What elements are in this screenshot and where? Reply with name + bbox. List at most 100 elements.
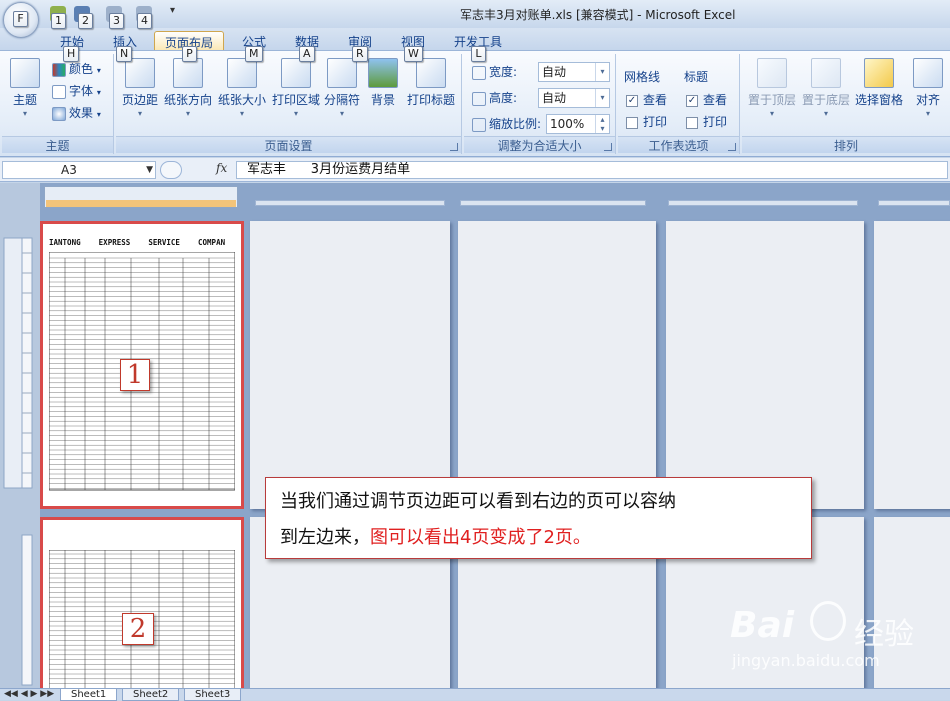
height-label: 高度:	[489, 91, 518, 105]
align-button[interactable]: 对齐 ▾	[908, 58, 948, 118]
keytip-page-layout: P	[182, 46, 197, 62]
blank-page	[458, 221, 656, 509]
selection-pane-icon	[864, 58, 894, 88]
print-titles-button[interactable]: 打印标题	[404, 58, 458, 108]
sheet-options-launcher-icon[interactable]	[728, 143, 736, 151]
vertical-ruler	[0, 183, 40, 688]
group-page-setup: 页边距 ▾ 纸张方向 ▾ 纸张大小 ▾ 打印区域 ▾ 分隔符 ▾ 背景 打印标题 页面设置	[116, 54, 462, 154]
group-arrange: 置于顶层 ▾ 置于底层 ▾ 选择窗格 对齐 ▾ 排列	[742, 54, 950, 154]
margins-label: 页边距	[121, 93, 158, 107]
sheet-nav-icons[interactable]: ◀◀ ◀ ▶ ▶▶	[4, 689, 54, 699]
headings-view-checkbox[interactable]: ✓ 查看	[686, 92, 727, 108]
sheet-tab-1[interactable]: Sheet1	[60, 689, 118, 701]
keytip-formulas: M	[245, 46, 263, 62]
gridlines-print-checkbox[interactable]: 打印	[626, 114, 667, 130]
themes-icon	[10, 58, 40, 88]
theme-effects-label: 效果	[69, 106, 94, 120]
expand-icon[interactable]	[160, 161, 182, 179]
send-to-back-label: 置于底层	[801, 93, 850, 107]
keytip-developer: L	[471, 46, 486, 62]
scale-spinner[interactable]: 100% ▴ ▾	[546, 114, 610, 134]
send-to-back-button[interactable]: 置于底层 ▾	[800, 58, 852, 118]
theme-fonts-button[interactable]: 字体 ▾	[52, 82, 101, 100]
width-label-wrap: 宽度:	[472, 63, 517, 81]
keytip-data: A	[299, 46, 315, 62]
group-label-sheet-options: 工作表选项	[618, 136, 739, 153]
gridlines-heading: 网格线	[624, 70, 661, 84]
chevron-down-icon: ▾	[595, 89, 609, 107]
baidu-watermark: Bai 经验 jingyan.baidu.com	[730, 585, 940, 685]
callout-line-2-red: 图可以看出4页变成了2页。	[370, 527, 591, 548]
page-1-header: IANTONG EXPRESS SERVICE COMPAN	[49, 238, 226, 247]
bring-to-front-icon	[757, 58, 787, 88]
theme-colors-button[interactable]: 颜色 ▾	[52, 60, 101, 78]
print-area-button[interactable]: 打印区域 ▾	[270, 58, 322, 118]
paper-size-icon	[227, 58, 257, 88]
keytip-home: H	[63, 46, 80, 62]
fonts-icon	[52, 84, 66, 99]
ribbon: 主题 ▾ 颜色 ▾ 字体 ▾ 效果 ▾ 主题 页边距 ▾ 纸张方向 ▾ 纸张大小 ▾ …	[0, 50, 950, 157]
width-value: 自动	[542, 65, 567, 79]
page-2-badge: 2	[122, 613, 154, 645]
gridlines-view-label: 查看	[643, 93, 668, 107]
width-label: 宽度:	[489, 65, 518, 79]
headings-print-label: 打印	[703, 115, 728, 129]
chevron-down-icon: ▾	[22, 109, 27, 118]
gridlines-view-checkbox[interactable]: ✓ 查看	[626, 92, 667, 108]
background-icon	[368, 58, 398, 88]
scale-icon	[472, 117, 486, 132]
column-header-strip	[255, 200, 445, 206]
watermark-brand: Bai	[730, 605, 795, 646]
themes-label: 主题	[12, 93, 37, 107]
office-button[interactable]: F	[3, 2, 39, 38]
column-header-strip	[878, 200, 950, 206]
office-button-keytip: F	[13, 11, 28, 27]
keytip-view: W	[404, 46, 423, 62]
watermark-url: jingyan.baidu.com	[732, 651, 880, 670]
ruler-ticks	[3, 237, 33, 686]
group-label-arrange: 排列	[742, 136, 950, 153]
group-sheet-options: 网格线 标题 ✓ 查看 ✓ 查看 打印 打印 工作表选项	[618, 54, 740, 154]
name-box[interactable]: A3 ▼	[2, 161, 156, 179]
size-button[interactable]: 纸张大小 ▾	[216, 58, 268, 118]
annotation-callout: 当我们通过调节页边距可以看到右边的页可以容纳 到左边来，图可以看出4页变成了2页…	[265, 477, 812, 559]
group-scale-to-fit: 宽度: 自动 ▾ 高度: 自动 ▾ 缩放比例: 100% ▴ ▾ 调整为合适大小	[464, 54, 616, 154]
sheet-tab-2[interactable]: Sheet2	[122, 689, 180, 701]
breaks-label: 分隔符	[323, 93, 360, 107]
qat-customize-icon[interactable]: ▾	[170, 5, 175, 16]
insert-function-icon[interactable]: fx	[216, 161, 227, 175]
align-label: 对齐	[915, 93, 940, 107]
scale-label-wrap: 缩放比例:	[472, 115, 541, 133]
bring-to-front-label: 置于顶层	[747, 93, 796, 107]
page-setup-launcher-icon[interactable]	[450, 143, 458, 151]
formula-input[interactable]: 军志丰 3月份运费月结单	[236, 161, 948, 179]
headings-print-checkbox[interactable]: 打印	[686, 114, 727, 130]
qat-keytip-3: 3	[109, 13, 124, 29]
chevron-down-icon: ▾	[595, 63, 609, 81]
margins-button[interactable]: 页边距 ▾	[120, 58, 160, 118]
column-header-strip	[46, 200, 236, 207]
blank-page	[666, 221, 864, 509]
headings-view-label: 查看	[703, 93, 728, 107]
margins-icon	[125, 58, 155, 88]
height-select[interactable]: 自动 ▾	[538, 88, 610, 108]
orientation-button[interactable]: 纸张方向 ▾	[162, 58, 214, 118]
selection-pane-button[interactable]: 选择窗格	[852, 58, 906, 108]
scale-launcher-icon[interactable]	[604, 143, 612, 151]
group-label-scale: 调整为合适大小	[464, 136, 615, 153]
orientation-label: 纸张方向	[163, 93, 212, 107]
themes-button[interactable]: 主题 ▾	[8, 58, 42, 118]
breaks-button[interactable]: 分隔符 ▾	[322, 58, 362, 118]
background-label: 背景	[370, 93, 395, 107]
bring-to-front-button[interactable]: 置于顶层 ▾	[746, 58, 798, 118]
chevron-down-icon: ▼	[146, 165, 153, 175]
width-select[interactable]: 自动 ▾	[538, 62, 610, 82]
align-icon	[913, 58, 943, 88]
background-button[interactable]: 背景	[366, 58, 400, 108]
sheet-tab-3[interactable]: Sheet3	[184, 689, 242, 701]
theme-effects-button[interactable]: 效果 ▾	[52, 104, 101, 122]
gridlines-print-label: 打印	[643, 115, 668, 129]
height-value: 自动	[542, 91, 567, 105]
selection-pane-label: 选择窗格	[854, 93, 903, 107]
page-2[interactable]	[40, 517, 244, 688]
